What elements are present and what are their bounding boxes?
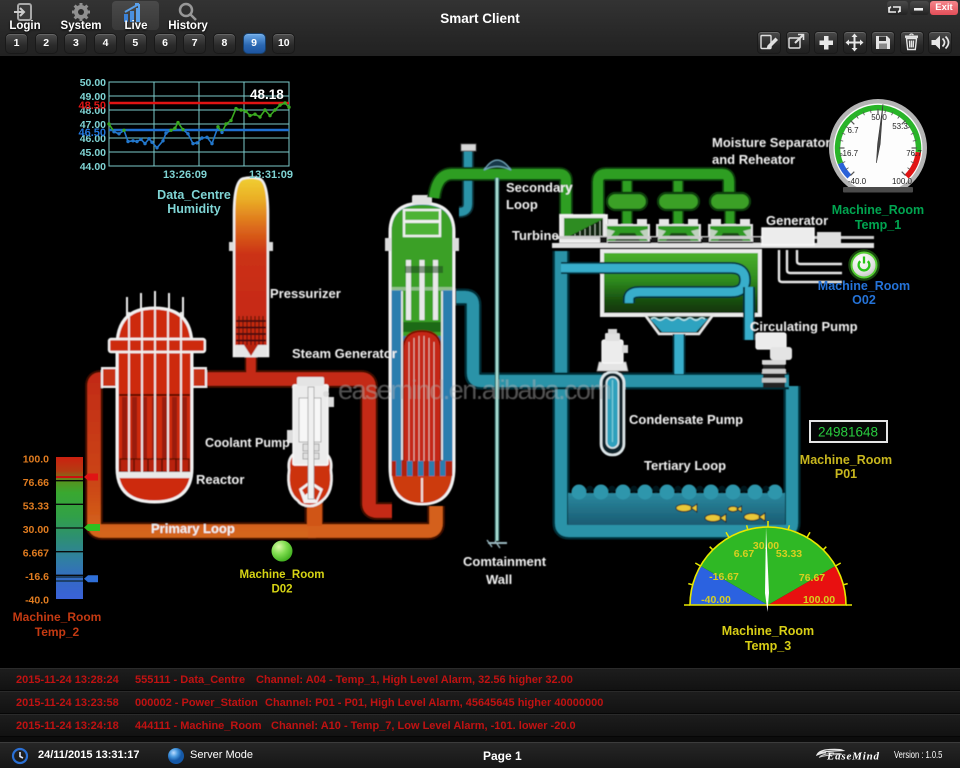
svg-text:76.67: 76.67 xyxy=(799,572,825,584)
svg-text:6.67: 6.67 xyxy=(734,548,755,560)
svg-text:13:31:09: 13:31:09 xyxy=(249,169,293,181)
svg-text:-16.67: -16.67 xyxy=(709,571,739,583)
svg-text:48.18: 48.18 xyxy=(250,87,284,102)
svg-text:-40.00: -40.00 xyxy=(701,594,731,606)
svg-text:easemind.en.alibaba.com: easemind.en.alibaba.com xyxy=(338,375,612,405)
svg-text:-40.0: -40.0 xyxy=(848,177,867,186)
svg-text:76.7: 76.7 xyxy=(906,149,922,158)
svg-text:6.667: 6.667 xyxy=(23,548,49,560)
svg-text:Secondary: Secondary xyxy=(506,180,573,195)
svg-text:Machine_Room: Machine_Room xyxy=(13,610,102,624)
svg-text:53.3: 53.3 xyxy=(892,122,908,131)
svg-text:Reactor: Reactor xyxy=(196,472,244,487)
svg-text:44.00: 44.00 xyxy=(80,161,106,173)
svg-text:-16.7: -16.7 xyxy=(840,149,859,158)
svg-text:Machine_Room: Machine_Room xyxy=(818,279,910,293)
svg-text:and Reheator: and Reheator xyxy=(712,152,795,167)
svg-text:D02: D02 xyxy=(271,584,292,596)
svg-text:46.50: 46.50 xyxy=(78,127,106,139)
svg-text:EaseMind: EaseMind xyxy=(826,751,880,763)
svg-text:Tertiary Loop: Tertiary Loop xyxy=(644,458,726,473)
svg-text:30.00: 30.00 xyxy=(23,524,49,536)
svg-text:48.50: 48.50 xyxy=(78,100,106,112)
svg-text:Turbine: Turbine xyxy=(512,228,559,243)
svg-text:Data_Centre: Data_Centre xyxy=(157,188,231,202)
svg-text:Moisture Separator: Moisture Separator xyxy=(712,135,830,150)
svg-text:Humidity: Humidity xyxy=(167,202,221,216)
svg-text:Machine_Room: Machine_Room xyxy=(832,203,924,217)
svg-text:24981648: 24981648 xyxy=(818,425,878,440)
svg-text:Coolant Pump: Coolant Pump xyxy=(205,436,290,450)
svg-text:Temp_1: Temp_1 xyxy=(855,218,901,232)
svg-text:Wall: Wall xyxy=(486,572,512,587)
svg-text:50.0: 50.0 xyxy=(871,113,887,122)
svg-text:-40.0: -40.0 xyxy=(25,595,49,607)
svg-text:6.7: 6.7 xyxy=(847,126,859,135)
svg-text:Circulating Pump: Circulating Pump xyxy=(750,319,858,334)
svg-text:76.66: 76.66 xyxy=(23,477,49,489)
svg-text:Temp_3: Temp_3 xyxy=(745,639,791,653)
svg-text:Generator: Generator xyxy=(766,213,828,228)
svg-text:Machine_Room: Machine_Room xyxy=(240,569,325,581)
svg-text:13:26:09: 13:26:09 xyxy=(163,169,207,181)
svg-text:Pressurizer: Pressurizer xyxy=(270,286,341,301)
svg-text:100.0: 100.0 xyxy=(23,454,49,466)
svg-text:Machine_Room: Machine_Room xyxy=(722,624,814,638)
svg-text:Loop: Loop xyxy=(506,197,538,212)
svg-text:100.00: 100.00 xyxy=(803,594,835,606)
svg-text:Machine_Room: Machine_Room xyxy=(800,453,892,467)
svg-text:O02: O02 xyxy=(852,293,876,307)
svg-text:100.0: 100.0 xyxy=(892,177,913,186)
svg-text:Comtainment: Comtainment xyxy=(463,554,547,569)
svg-text:53.33: 53.33 xyxy=(776,548,802,560)
svg-text:Temp_2: Temp_2 xyxy=(35,625,80,639)
svg-text:-16.6: -16.6 xyxy=(25,571,49,583)
svg-text:53.33: 53.33 xyxy=(23,501,49,513)
svg-text:Steam Generator: Steam Generator xyxy=(292,346,397,361)
svg-text:50.00: 50.00 xyxy=(80,77,106,89)
svg-text:P01: P01 xyxy=(835,467,857,481)
svg-text:Primary Loop: Primary Loop xyxy=(151,521,235,536)
svg-text:Condensate Pump: Condensate Pump xyxy=(629,412,743,427)
svg-text:45.00: 45.00 xyxy=(80,147,106,159)
